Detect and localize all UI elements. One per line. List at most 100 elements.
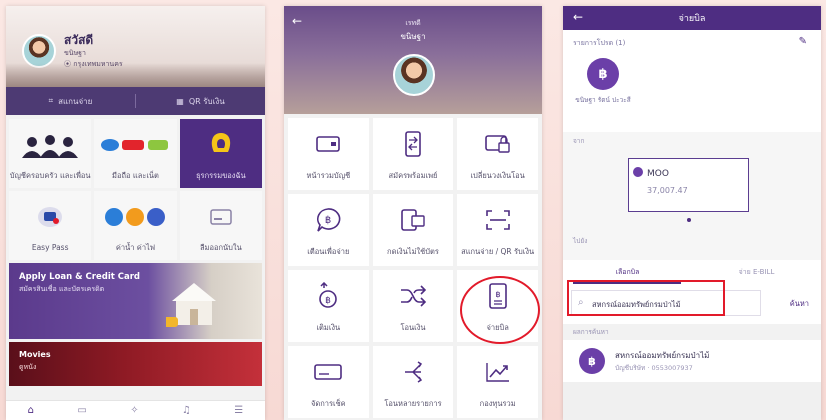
svg-text:฿: ฿ (495, 290, 500, 299)
loan-banner[interactable]: Apply Loan & Credit Card สมัครสินเชื่อ แ… (9, 263, 262, 339)
tile-label: ลืมออกนับใน (199, 242, 242, 252)
tile-multi-transfer[interactable]: โอนหลายรายการ (372, 346, 454, 418)
list-item[interactable]: ฿ สหกรณ์ออมทรัพย์กรมป่าไม้ บัญชีบริษัท ·… (563, 340, 821, 382)
wallet-icon[interactable]: ▭ (77, 405, 86, 416)
tile-label: บัญชีครอบครัว และเพื่อน (9, 170, 91, 180)
topup-icon: ฿ (316, 270, 340, 323)
tab-e-bill[interactable]: จ่าย E-BILL (692, 267, 821, 278)
tile-label: หน้ารวมบัญชี (306, 170, 351, 180)
tile-pay-bill[interactable]: ฿ จ่ายบิล (457, 270, 540, 344)
tile-family-accounts[interactable]: บัญชีครอบครัว และเพื่อน (9, 119, 92, 188)
skyline-decoration (6, 63, 265, 87)
tile-label: โอนเงิน (400, 322, 426, 332)
tile-label: ค่าน้ำ ค่าไฟ (115, 242, 156, 252)
tile-scan-qr[interactable]: สแกนจ่าย / QR รับเงิน (457, 194, 538, 266)
home-header: สวัสดี ขนิษฐา ⦿ กรุงเทพมหานคร (6, 6, 265, 87)
tile-card[interactable]: ลืมออกนับใน (179, 191, 262, 260)
search-button[interactable]: ค้นหา (790, 298, 809, 310)
tile-label: เติมเงิน (316, 322, 341, 332)
tile-cheque-management[interactable]: จัดการเช็ค (288, 346, 369, 418)
movies-title: Movies (19, 350, 51, 359)
tile-promptpay-register[interactable]: สมัครพร้อมเพย์ (372, 118, 454, 190)
scan-pay-button[interactable]: ⌗ สแกนจ่าย (6, 95, 135, 108)
multi-transfer-icon (401, 346, 425, 399)
tile-label: สแกนจ่าย / QR รับเงิน (461, 246, 535, 256)
tile-label: ธุรกรรมของฉัน (195, 170, 246, 180)
from-label: จาก (573, 137, 585, 145)
tile-label: เปลี่ยนวงเงินโอน (470, 170, 525, 180)
favorite-biller-coin-icon[interactable]: ฿ (587, 58, 619, 90)
quick-actions-bar: ⌗ สแกนจ่าย ▦ QR รับเงิน (6, 87, 265, 115)
header-greeting: เรทดี (405, 19, 421, 27)
tile-label: กองทุนรวม (479, 398, 516, 408)
tile-water-electricity[interactable]: ค่าน้ำ ค่าไฟ (94, 191, 177, 260)
utility-icon (104, 191, 166, 243)
tile-cardless-withdrawal[interactable]: กดเงินไม่ใช้บัตร (372, 194, 454, 266)
results-label: ผลการค้นหา (573, 328, 609, 336)
tile-mutual-fund[interactable]: กองทุนรวม (457, 346, 538, 418)
transaction-menu-grid: หน้ารวมบัญชี สมัครพร้อมเพย์ เปลี่ยนวงเงิ… (284, 114, 542, 418)
bank-logo-icon (633, 167, 643, 177)
movies-banner[interactable]: Movies ดูหนัง (9, 342, 262, 386)
tile-label: Easy Pass (31, 242, 69, 252)
edit-pencil-icon[interactable]: ✎ (799, 36, 807, 47)
account-card-icon (315, 118, 341, 171)
cheque-icon (314, 346, 343, 399)
tile-label: โอนหลายรายการ (384, 398, 442, 408)
mobile-carriers-icon (100, 119, 170, 171)
fund-chart-icon (485, 346, 511, 399)
scan-icon (485, 194, 511, 247)
shuffle-transfer-icon (399, 270, 427, 323)
limit-card-icon (484, 118, 511, 171)
qr-icon: ▦ (176, 96, 184, 106)
favorite-biller-name: ขนิษฐา รัตน์ ปะวะสี (575, 96, 631, 104)
bell-icon[interactable]: ♫ (182, 405, 191, 416)
phone-pay-bill: ← จ่ายบิล รายการโปรด (1) ✎ ฿ ขนิษฐา รัตน… (563, 6, 821, 420)
result-biller-name: สหกรณ์ออมทรัพย์กรมป่าไม้ (615, 351, 710, 360)
qr-receive-button[interactable]: ▦ QR รับเงิน (136, 95, 265, 108)
bill-icon: ฿ (488, 270, 508, 323)
easy-pass-icon (36, 191, 64, 243)
tile-label: เตือนเพื่อจ่าย (307, 246, 350, 256)
tile-my-transactions[interactable]: ธุรกรรมของฉัน (179, 119, 262, 188)
to-section: ไปยัง (563, 230, 821, 260)
tile-change-limit[interactable]: เปลี่ยนวงเงินโอน (457, 118, 538, 190)
tile-label: กดเงินไม่ใช้บัตร (387, 246, 439, 256)
biller-coin-icon: ฿ (579, 348, 605, 374)
avatar[interactable] (393, 54, 435, 96)
svg-text:฿: ฿ (325, 215, 331, 226)
account-name: MOO (647, 169, 669, 179)
svg-text:฿: ฿ (325, 296, 331, 306)
movies-subtitle: ดูหนัง (19, 363, 37, 371)
transaction-header: ← เรทดี ขนิษฐา (284, 6, 542, 114)
tile-transfer[interactable]: โอนเงิน (372, 270, 454, 342)
tab-select-bill[interactable]: เลือกบิล (563, 267, 692, 278)
family-icon (20, 119, 80, 171)
home-menu-grid: บัญชีครอบครัว และเพื่อน มือถือ และเน็ต ธ… (6, 115, 265, 260)
tile-label: มือถือ และเน็ต (112, 170, 159, 180)
carousel-dot (687, 218, 691, 222)
tile-top-up[interactable]: ฿ เติมเงิน (288, 270, 369, 342)
home-icon[interactable]: ⌂ (28, 405, 34, 416)
tile-easy-pass[interactable]: Easy Pass (9, 191, 92, 260)
header-user-name: ขนิษฐา (400, 32, 426, 41)
phone-home-screen: สวัสดี ขนิษฐา ⦿ กรุงเทพมหานคร ⌗ สแกนจ่าย… (6, 6, 265, 420)
from-account-section: จาก MOO 37,007.47 (563, 132, 821, 230)
tile-label: จัดการเช็ค (310, 398, 346, 408)
tile-account-summary[interactable]: หน้ารวมบัญชี (288, 118, 369, 190)
tile-mobile-internet[interactable]: มือถือ และเน็ต (94, 119, 177, 188)
highlight-annotation (567, 280, 725, 316)
result-biller-account: บัญชีบริษัท · 0553007937 (615, 364, 693, 372)
scan-pay-label: สแกนจ่าย (58, 96, 93, 106)
bank-logo-icon (206, 119, 236, 171)
menu-icon[interactable]: ☰ (234, 405, 243, 416)
page-title: จ่ายบิล (678, 14, 706, 24)
tile-payment-reminder[interactable]: ฿ เตือนเพื่อจ่าย (288, 194, 369, 266)
loan-subtitle: สมัครสินเชื่อ และบัตรเครดิต (19, 285, 105, 293)
rewards-icon[interactable]: ✧ (130, 405, 138, 416)
back-arrow-icon[interactable]: ← (573, 10, 583, 24)
phone-transaction-menu: ← เรทดี ขนิษฐา หน้ารวมบัญชี สมัครพร้อมเพ… (284, 6, 542, 420)
cardless-icon (400, 194, 426, 247)
account-card[interactable]: MOO 37,007.47 (628, 158, 749, 212)
favorites-label: รายการโปรด (1) (573, 39, 626, 47)
